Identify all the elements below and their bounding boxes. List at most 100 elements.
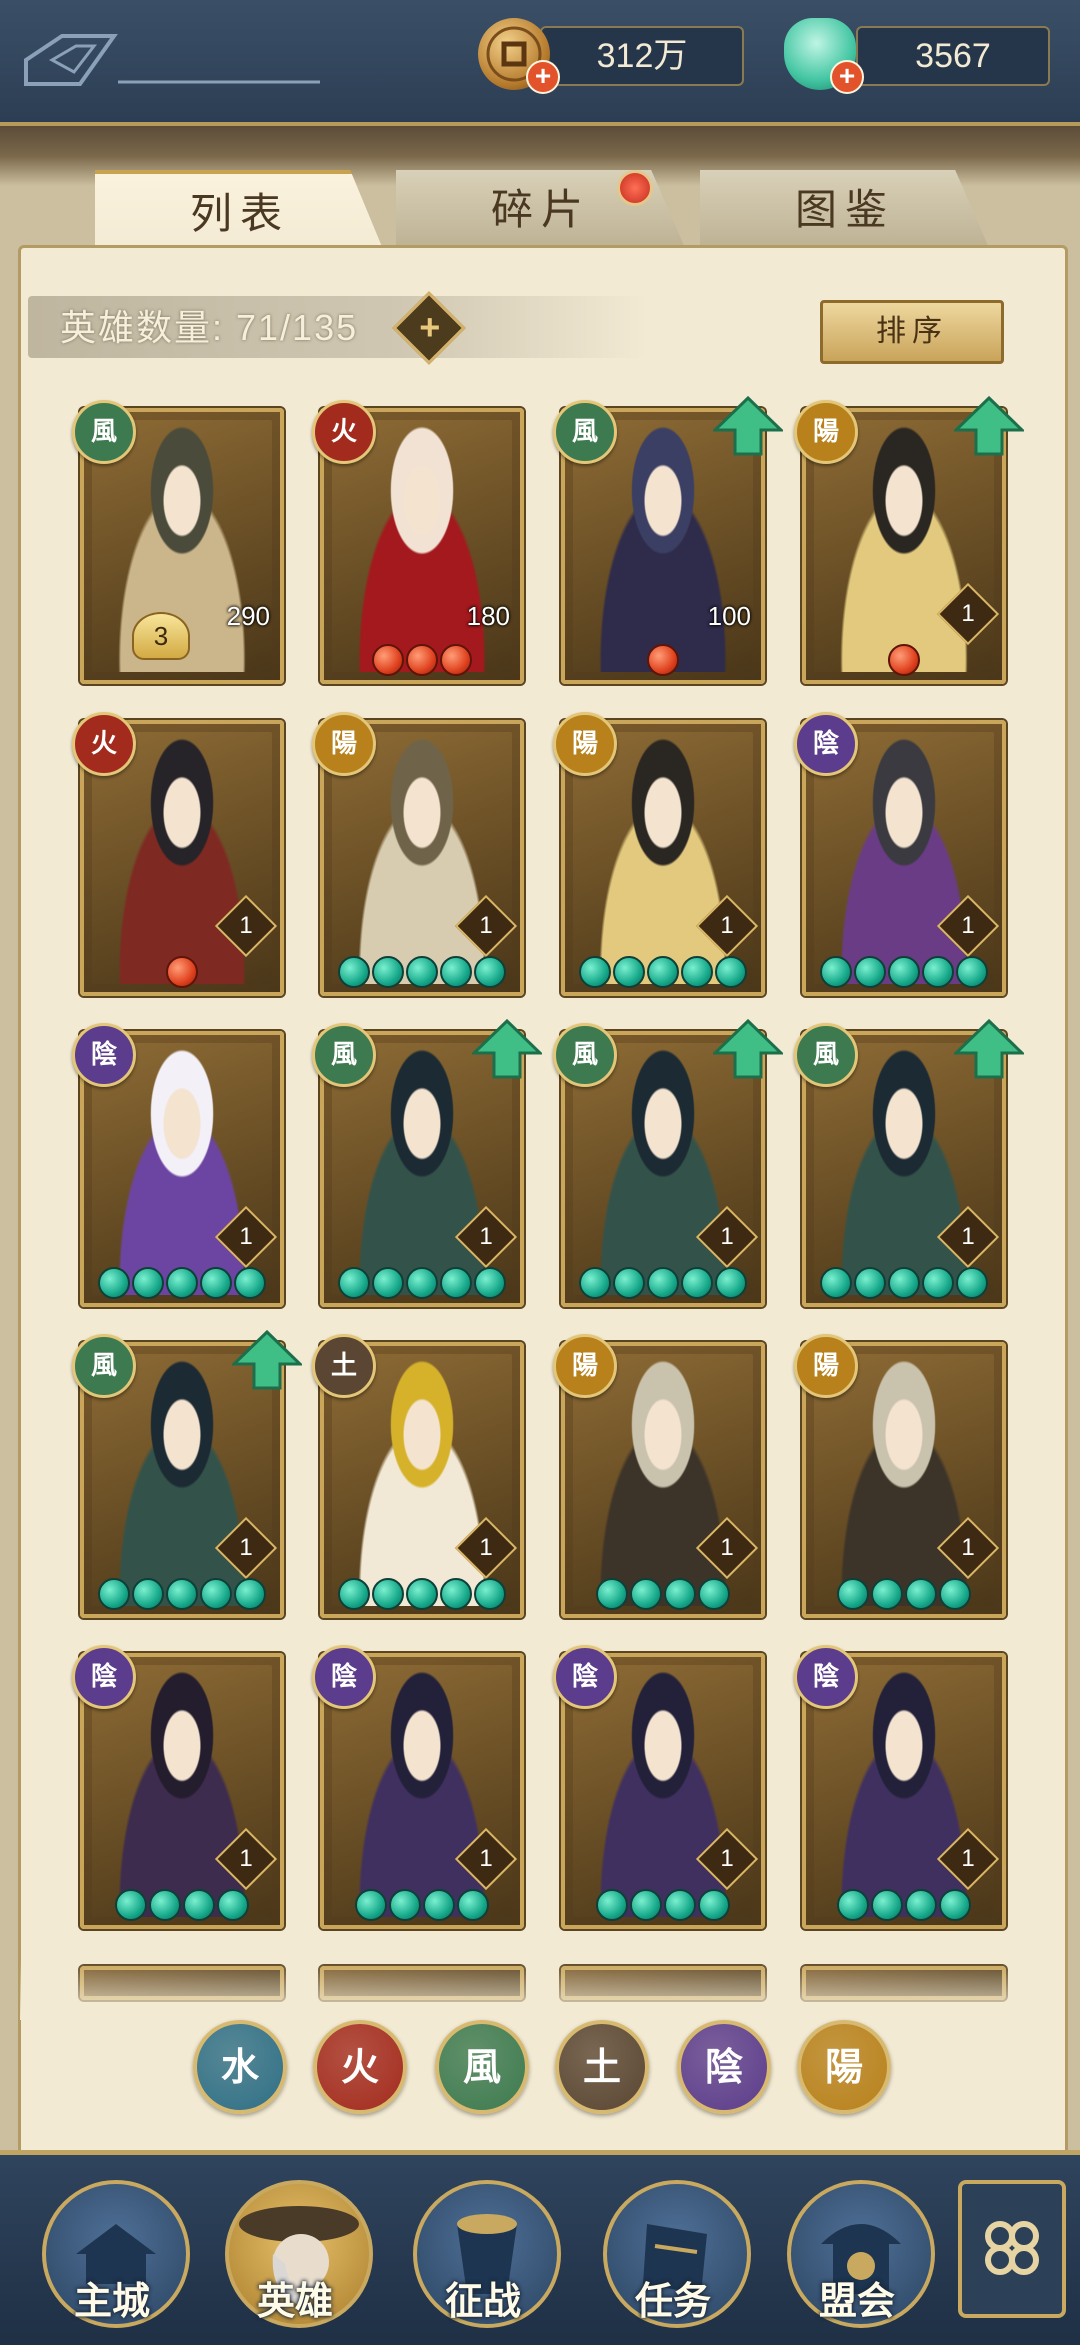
element-badge: 風 xyxy=(72,400,136,464)
filter-wind-button[interactable]: 風 xyxy=(435,2020,529,2114)
hero-card[interactable]: 風1 xyxy=(312,1019,542,1307)
star-gem-icon xyxy=(406,956,438,988)
hero-stars xyxy=(806,1889,1002,1921)
star-gem-icon xyxy=(98,1267,130,1299)
star-gem-icon xyxy=(630,1889,662,1921)
star-gem-icon xyxy=(474,1267,506,1299)
tab-codex[interactable]: 图鉴 xyxy=(700,170,990,250)
star-gem-icon xyxy=(234,1578,266,1610)
star-gem-icon xyxy=(132,1578,164,1610)
hero-card[interactable]: 陰1 xyxy=(72,1023,284,1307)
star-gem-icon xyxy=(871,1578,903,1610)
filter-fire-button[interactable]: 火 xyxy=(313,2020,407,2114)
filter-earth-button[interactable]: 土 xyxy=(555,2020,649,2114)
element-badge: 陰 xyxy=(72,1023,136,1087)
hero-card[interactable]: 土1 xyxy=(312,1334,524,1618)
hero-card[interactable]: 風1 xyxy=(553,1019,783,1307)
hero-card[interactable]: 陰1 xyxy=(794,1645,1006,1929)
hero-stars xyxy=(806,644,1002,676)
nav-quests-label: 任务 xyxy=(634,2278,711,2323)
hero-power: 180 xyxy=(466,601,510,631)
add-coin-button[interactable]: + xyxy=(526,60,560,94)
hero-stars xyxy=(84,644,280,674)
star-gem-icon xyxy=(630,1578,662,1610)
star-gem-icon xyxy=(681,956,713,988)
star-gem-icon xyxy=(888,956,920,988)
element-badge: 土 xyxy=(312,1334,376,1398)
star-gem-icon xyxy=(939,1578,971,1610)
scroll-fade xyxy=(20,1960,1060,2020)
hero-card[interactable]: 陰1 xyxy=(72,1645,284,1929)
star-gem-icon xyxy=(338,1267,370,1299)
hero-stars xyxy=(565,1578,761,1610)
hero-card[interactable]: 火 180 xyxy=(312,400,524,684)
star-gem-icon xyxy=(922,1267,954,1299)
hero-card[interactable]: 風 290 3 xyxy=(72,400,284,684)
coin-counter: 312万 xyxy=(540,26,744,86)
element-badge: 陰 xyxy=(794,1645,858,1709)
add-jade-button[interactable]: + xyxy=(830,60,864,94)
hero-card[interactable]: 陽1 xyxy=(794,396,1024,684)
star-gem-icon xyxy=(837,1578,869,1610)
red-star-gem-icon xyxy=(647,644,679,676)
hero-stars xyxy=(565,644,761,676)
element-badge: 陽 xyxy=(553,1334,617,1398)
red-star-gem-icon xyxy=(406,644,438,676)
star-gem-icon xyxy=(837,1889,869,1921)
star-gem-icon xyxy=(98,1578,130,1610)
star-gem-icon xyxy=(423,1889,455,1921)
element-badge: 風 xyxy=(794,1023,858,1087)
hero-card[interactable]: 陽1 xyxy=(553,712,765,996)
hero-card[interactable]: 風 100 xyxy=(553,396,783,684)
star-gem-icon xyxy=(217,1889,249,1921)
upgrade-arrow-icon xyxy=(713,396,783,456)
top-bar: 312万 + 3567 + xyxy=(0,0,1080,126)
sort-button[interactable]: 排序 xyxy=(820,300,1004,364)
filter-yang-button[interactable]: 陽 xyxy=(797,2020,891,2114)
star-gem-icon xyxy=(613,956,645,988)
hero-card[interactable]: 風1 xyxy=(72,1330,302,1618)
hero-card[interactable]: 陽1 xyxy=(312,712,524,996)
red-star-gem-icon xyxy=(440,644,472,676)
hero-power: 290 xyxy=(226,601,270,631)
hero-card[interactable]: 陰1 xyxy=(794,712,1006,996)
star-gem-icon xyxy=(871,1889,903,1921)
upgrade-arrow-icon xyxy=(954,1019,1024,1079)
menu-icon xyxy=(985,2221,1039,2275)
star-gem-icon xyxy=(647,1267,679,1299)
tab-list[interactable]: 列表 xyxy=(95,170,385,254)
hero-card[interactable]: 風1 xyxy=(794,1019,1024,1307)
element-badge: 風 xyxy=(553,1023,617,1087)
star-gem-icon xyxy=(234,1267,266,1299)
star-gem-icon xyxy=(406,1578,438,1610)
jade-counter: 3567 xyxy=(856,26,1050,86)
hero-stars xyxy=(324,956,520,988)
hero-card[interactable]: 陰1 xyxy=(312,1645,524,1929)
hero-card[interactable]: 陽1 xyxy=(553,1334,765,1618)
star-gem-icon xyxy=(372,1578,404,1610)
red-star-gem-icon xyxy=(888,644,920,676)
hero-card[interactable]: 火1 xyxy=(72,712,284,996)
star-gem-icon xyxy=(372,956,404,988)
star-gem-icon xyxy=(956,956,988,988)
hero-stars xyxy=(806,1267,1002,1299)
hero-card[interactable]: 陰1 xyxy=(553,1645,765,1929)
star-gem-icon xyxy=(579,956,611,988)
element-badge: 陰 xyxy=(72,1645,136,1709)
hero-stars xyxy=(84,1578,280,1610)
more-menu-button[interactable] xyxy=(958,2180,1066,2318)
coin-value: 312万 xyxy=(596,37,688,75)
filter-yin-button[interactable]: 陰 xyxy=(677,2020,771,2114)
nav-battle-label: 征战 xyxy=(444,2278,521,2323)
star-gem-icon xyxy=(132,1267,164,1299)
upgrade-arrow-icon xyxy=(954,396,1024,456)
upgrade-arrow-icon xyxy=(232,1330,302,1390)
hero-card[interactable]: 陽1 xyxy=(794,1334,1006,1618)
red-star-gem-icon xyxy=(372,644,404,676)
star-gem-icon xyxy=(440,1578,472,1610)
star-gem-icon xyxy=(166,1267,198,1299)
star-gem-icon xyxy=(888,1267,920,1299)
star-gem-icon xyxy=(820,956,852,988)
hero-stars xyxy=(324,1578,520,1610)
filter-water-button[interactable]: 水 xyxy=(193,2020,287,2114)
